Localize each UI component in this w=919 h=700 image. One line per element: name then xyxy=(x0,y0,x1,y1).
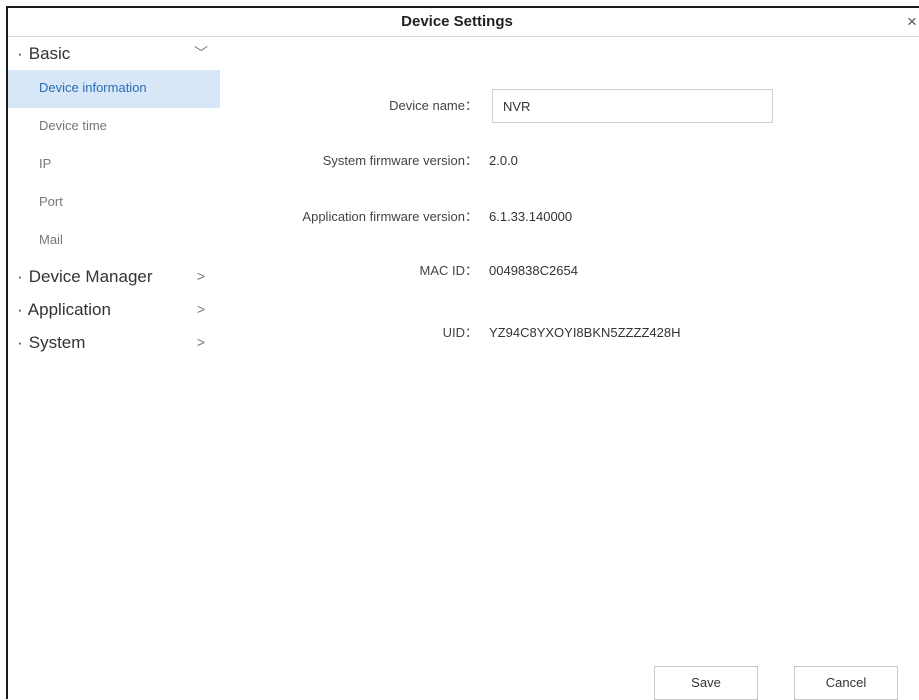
mac-id-value: 0049838C2654 xyxy=(489,263,578,278)
chevron-right-icon: > xyxy=(196,268,206,284)
application-firmware-label: Application firmware version： xyxy=(302,209,478,224)
sidebar-group-label: Device Manager xyxy=(28,267,153,286)
system-firmware-label: System firmware version： xyxy=(322,153,478,168)
device-name-label: Device name： xyxy=(389,98,478,113)
sidebar-group-device-manager[interactable]: · Device Manager > xyxy=(8,260,222,293)
save-button[interactable]: Save xyxy=(654,666,758,700)
sidebar: · Basic ﹀ Device information Device time… xyxy=(8,37,222,699)
sidebar-group-label: Basic xyxy=(28,44,71,63)
device-settings-window: Device Settings × · Basic ﹀ Device infor… xyxy=(6,6,919,700)
bullet-icon: · xyxy=(17,267,23,286)
sidebar-group-basic[interactable]: · Basic ﹀ xyxy=(8,37,222,70)
sidebar-group-label: System xyxy=(28,333,86,352)
uid-value: YZ94C8YXOYI8BKN5ZZZZ428H xyxy=(489,325,681,340)
chevron-right-icon: > xyxy=(196,334,206,350)
device-information-panel: Device name： System firmware version： 2.… xyxy=(222,37,919,700)
window-title: Device Settings xyxy=(401,13,513,30)
cancel-button[interactable]: Cancel xyxy=(794,666,898,700)
chevron-down-icon: ﹀ xyxy=(194,45,208,61)
mac-id-label: MAC ID： xyxy=(419,263,478,278)
application-firmware-value: 6.1.33.140000 xyxy=(489,209,573,224)
close-icon[interactable]: × xyxy=(905,12,919,32)
sidebar-item-port[interactable]: Port xyxy=(8,184,222,222)
device-name-input[interactable] xyxy=(492,89,773,123)
sidebar-item-mail[interactable]: Mail xyxy=(8,222,222,260)
sidebar-group-system[interactable]: · System > xyxy=(8,326,222,359)
system-firmware-value: 2.0.0 xyxy=(489,153,518,168)
chevron-right-icon: > xyxy=(196,301,206,317)
title-bar: Device Settings × xyxy=(8,8,919,37)
bullet-icon: · xyxy=(17,300,23,319)
sidebar-item-ip[interactable]: IP xyxy=(8,146,222,184)
sidebar-group-label: Application xyxy=(27,300,111,319)
sidebar-item-device-time[interactable]: Device time xyxy=(8,108,222,146)
sidebar-item-device-information[interactable]: Device information xyxy=(8,70,220,108)
bullet-icon: · xyxy=(17,44,23,63)
sidebar-group-application[interactable]: · Application > xyxy=(8,293,222,326)
bullet-icon: · xyxy=(17,333,23,352)
uid-label: UID： xyxy=(442,325,478,340)
